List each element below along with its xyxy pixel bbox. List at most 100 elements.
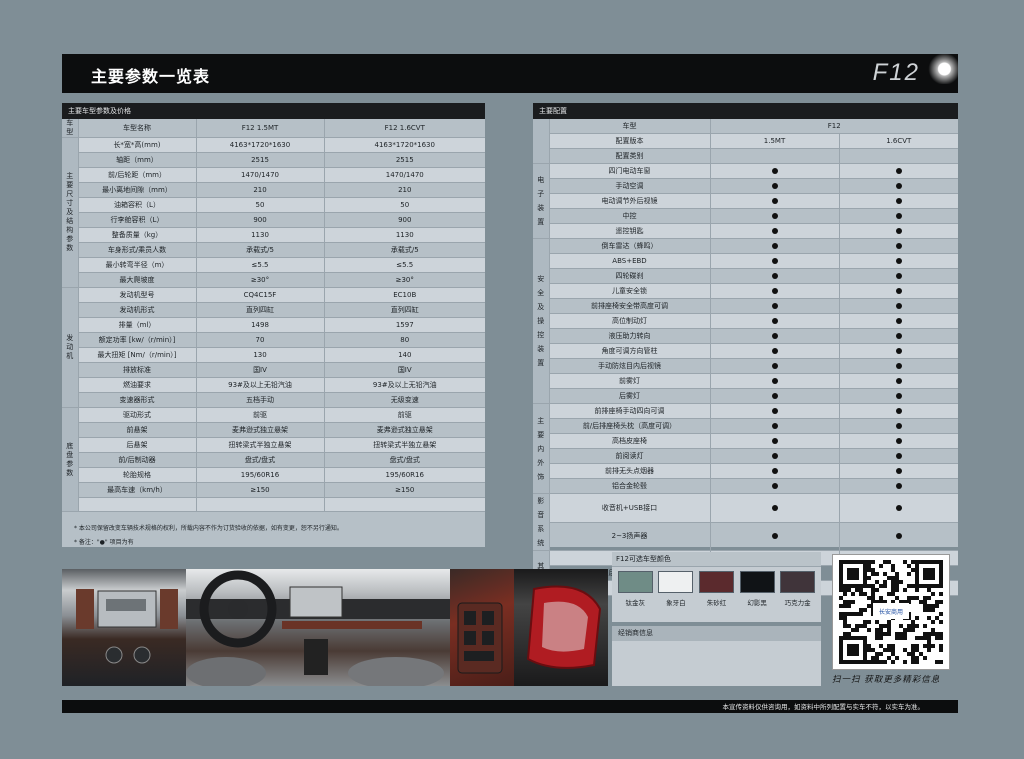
standard-dot-icon <box>895 213 902 219</box>
spec-value-15mt: 直列四缸 <box>196 302 325 318</box>
page-title: 主要参数一览表 <box>91 67 211 86</box>
spec-value-16cvt: 扭转梁式半独立悬架 <box>324 437 485 453</box>
spec-label: 轴距（mm） <box>78 152 197 168</box>
specs-notes: * 本公司保留改变车辆技术规格的权利，所载内容不作为订货验收的依据，如有变更，恕… <box>62 512 485 550</box>
standard-dot-icon <box>771 378 778 384</box>
standard-dot-icon <box>895 273 902 279</box>
feature-cell-15mt <box>710 328 840 344</box>
feature-cell-15mt <box>710 238 840 254</box>
standard-dot-icon <box>771 258 778 264</box>
standard-dot-icon <box>771 303 778 309</box>
features-panel: 主要配置 车型 F12 配置版本 1.5MT 1.6CVT 配置类别 电子装置 四门电动车窗手… <box>533 103 958 596</box>
standard-dot-icon <box>771 288 778 294</box>
feature-cell-16cvt <box>839 178 958 194</box>
color-swatch[interactable] <box>617 571 653 593</box>
color-swatch-row <box>612 567 821 593</box>
feature-label: 配置版本 <box>549 133 711 149</box>
spec-value-16cvt: 93#及以上无铅汽油 <box>324 377 485 393</box>
feature-cell-16cvt <box>839 522 958 551</box>
spec-value-16cvt: F12 1.6CVT <box>324 119 485 138</box>
standard-dot-icon <box>895 303 902 309</box>
feature-cell-15mt <box>710 178 840 194</box>
feature-cell-16cvt <box>839 298 958 314</box>
feature-cell-15mt <box>710 343 840 359</box>
standard-dot-icon <box>895 533 902 540</box>
feature-header-row: 车型 F12 <box>533 119 958 164</box>
feature-cell-15mt <box>710 223 840 239</box>
note-line: * 本公司保留改变车辆技术规格的权利，所载内容不作为订货验收的依据，如有变更，恕… <box>74 525 343 533</box>
disclaimer-text: 本宣传资料仅供咨询用，如资料中所列配置与实车不符，以实车为准。 <box>722 703 925 711</box>
version-15mt: 1.5MT <box>710 133 840 149</box>
feature-cell-15mt <box>710 313 840 329</box>
standard-dot-icon <box>771 363 778 369</box>
feature-category: 影音系统 <box>533 493 550 551</box>
standard-dot-icon <box>771 213 778 219</box>
spec-row: 车身形式/乘员人数 承载式/5 承载式/5 <box>62 242 485 258</box>
spec-value-16cvt: 麦弗逊式独立悬架 <box>324 422 485 438</box>
feature-cell-15mt <box>710 403 840 419</box>
feature-cell-15mt <box>710 448 840 464</box>
qr-code[interactable]: 长安商用 <box>832 554 950 670</box>
note-line: * 备注："●" 项目为有 <box>74 539 134 547</box>
color-options-title: F12可选车型颜色 <box>612 552 821 567</box>
feature-cell-15mt <box>710 493 840 523</box>
spec-category: 发动机 <box>62 287 79 408</box>
feature-cell-15mt <box>710 418 840 434</box>
interior-photos <box>62 569 608 686</box>
spec-label: 排放标准 <box>78 362 197 378</box>
standard-dot-icon <box>771 243 778 249</box>
standard-dot-icon <box>895 318 902 324</box>
feature-label: 前雾灯 <box>549 373 711 389</box>
feature-row: 前/后排座椅头枕（高度可调） <box>533 418 958 434</box>
brand-logo: 长安商用 <box>879 608 903 616</box>
feature-label: 2~3扬声器 <box>549 522 711 551</box>
color-swatch[interactable] <box>780 571 816 593</box>
standard-dot-icon <box>895 243 902 249</box>
spec-row: 额定功率 [kw/（r/min）] 70 80 <box>62 332 485 348</box>
standard-dot-icon <box>895 393 902 399</box>
spec-value-15mt: 1470/1470 <box>196 167 325 183</box>
spec-value-16cvt: 前驱 <box>324 407 485 423</box>
spec-label: 变速器形式 <box>78 392 197 408</box>
color-swatch[interactable] <box>658 571 694 593</box>
door-panel-photo <box>450 569 514 686</box>
spec-row <box>62 497 485 513</box>
spec-row: 轴距（mm） 2515 2515 <box>62 152 485 168</box>
spec-row: 前/后制动器 盘式/盘式 盘式/盘式 <box>62 452 485 468</box>
spec-value-16cvt: 195/60R16 <box>324 467 485 483</box>
spec-value-16cvt: EC10B <box>324 287 485 303</box>
spec-label: 后悬架 <box>78 437 197 453</box>
feature-cell-15mt <box>710 478 840 494</box>
spec-value-15mt: F12 1.5MT <box>196 119 325 138</box>
specs-panel: 主要车型参数及价格 车型 车型名称 F12 1.5MT F12 1.6CVT 主要尺寸及… <box>62 103 485 547</box>
spec-label: 最高车速（km/h） <box>78 482 197 498</box>
header-bar: 主要参数一览表 F12 <box>62 54 958 93</box>
standard-dot-icon <box>895 483 902 489</box>
version-16cvt <box>839 148 958 164</box>
feature-row: 2~3扬声器 <box>533 522 958 551</box>
features-table: 车型 F12 配置版本 1.5MT 1.6CVT 配置类别 电子装置 四门电动车窗 手动空调 电动… <box>533 119 958 596</box>
standard-dot-icon <box>771 504 778 511</box>
feature-label: 四轮碟刹 <box>549 268 711 284</box>
spec-row: 底盘参数 驱动形式 前驱 前驱 <box>62 407 485 513</box>
spec-value-15mt: 麦弗逊式独立悬架 <box>196 422 325 438</box>
spec-category: 车型 <box>62 119 79 138</box>
standard-dot-icon <box>895 378 902 384</box>
spec-label: 驱动形式 <box>78 407 197 423</box>
feature-cell-15mt <box>710 358 840 374</box>
feature-row: 前雾灯 <box>533 373 958 389</box>
version-15mt <box>710 148 840 164</box>
spec-label: 额定功率 [kw/（r/min）] <box>78 332 197 348</box>
feature-cell-16cvt <box>839 223 958 239</box>
standard-dot-icon <box>895 363 902 369</box>
feature-cell-16cvt <box>839 403 958 419</box>
spec-label: 排量（ml） <box>78 317 197 333</box>
standard-dot-icon <box>895 423 902 429</box>
spec-value-15mt: 1130 <box>196 227 325 243</box>
feature-row: 高位制动灯 <box>533 313 958 329</box>
color-swatch[interactable] <box>739 571 775 593</box>
feature-cell-16cvt <box>839 193 958 209</box>
spec-value-15mt: 五档手动 <box>196 392 325 408</box>
standard-dot-icon <box>771 168 778 174</box>
color-swatch[interactable] <box>698 571 734 593</box>
